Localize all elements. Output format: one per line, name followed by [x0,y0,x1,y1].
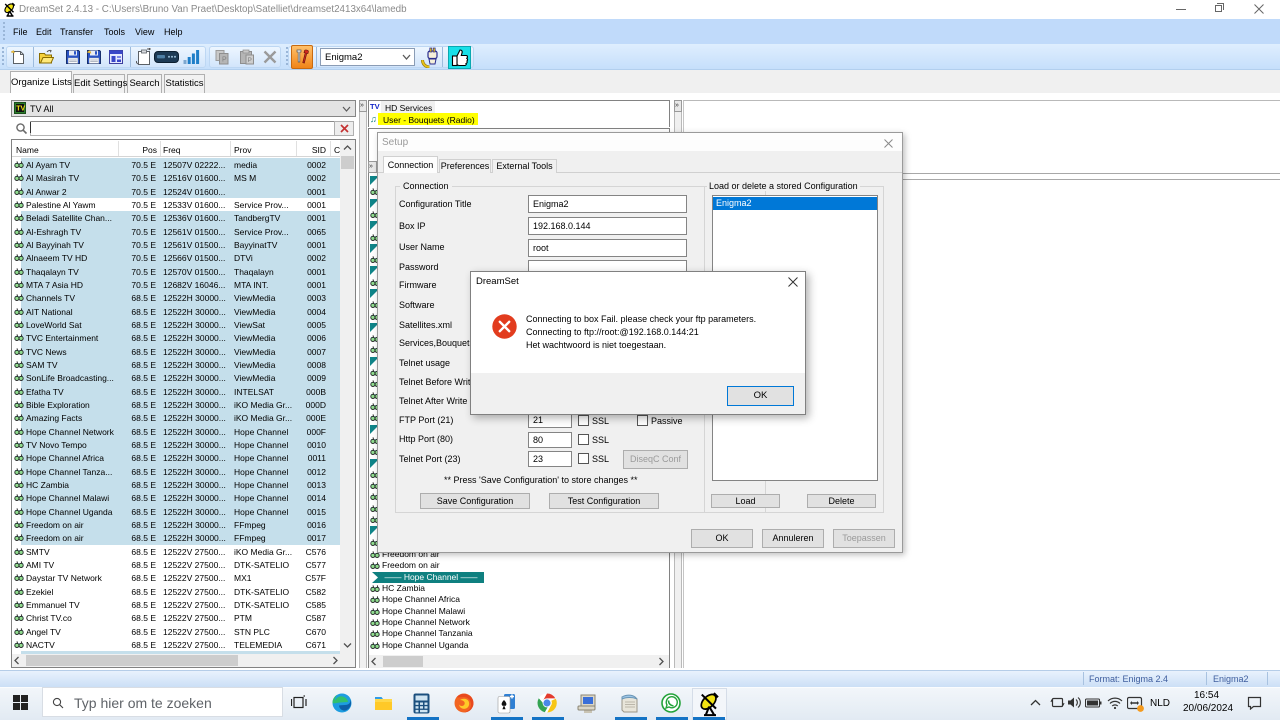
svg-text:P: P [248,57,252,64]
svg-text:P: P [222,57,227,64]
svg-text:TV: TV [16,106,25,113]
